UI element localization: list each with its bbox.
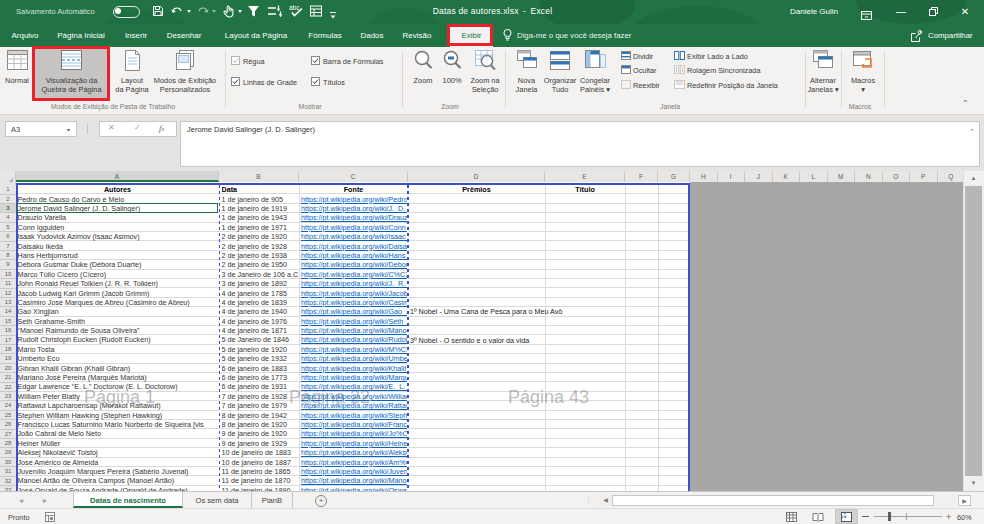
svg-text:abc: abc: [289, 4, 300, 11]
